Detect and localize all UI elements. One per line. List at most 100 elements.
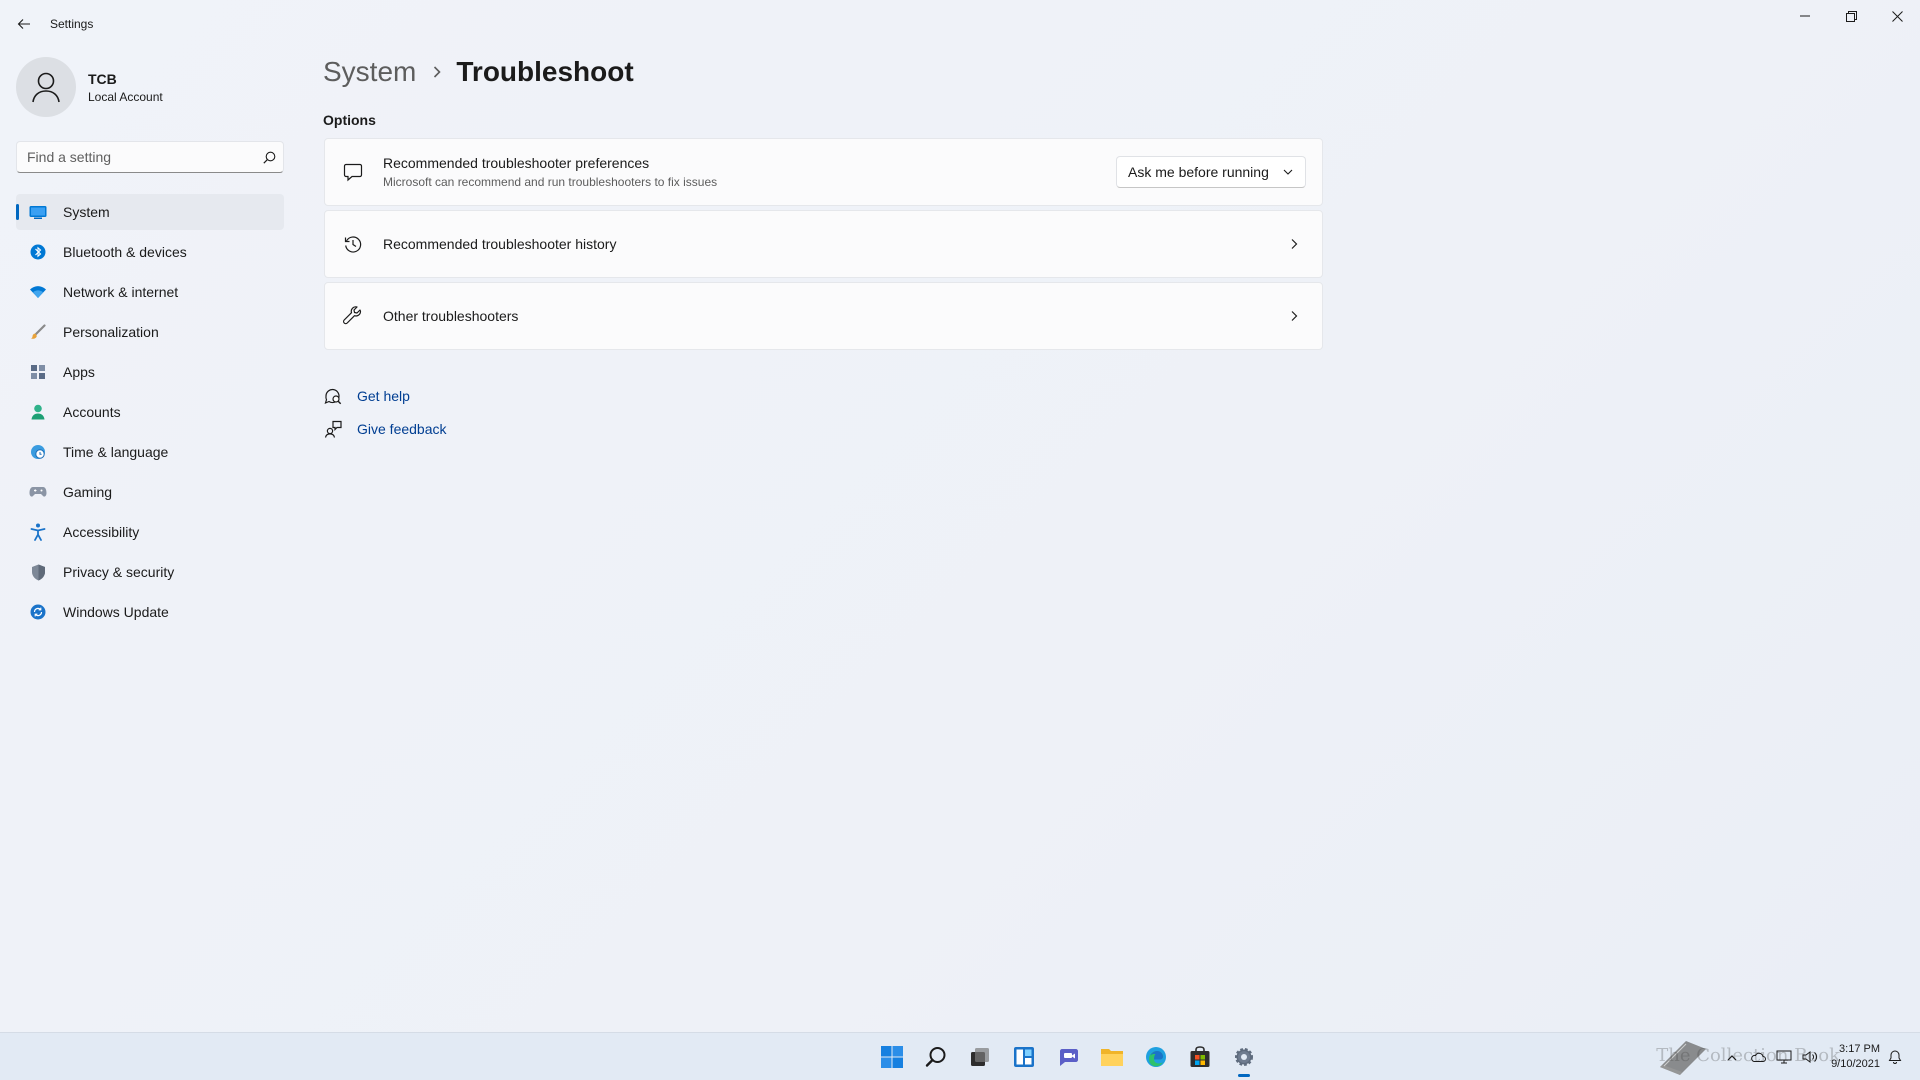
sidebar-item-label: Gaming — [63, 484, 113, 500]
globe-clock-icon — [28, 442, 48, 462]
breadcrumb-parent[interactable]: System — [323, 56, 416, 88]
help-links: Get help Give feedback — [323, 384, 447, 450]
chat-icon[interactable] — [1046, 1035, 1090, 1079]
back-arrow-icon — [17, 19, 30, 29]
profile-name: TCB — [88, 70, 117, 87]
dropdown-value: Ask me before running — [1128, 164, 1269, 180]
get-help-link[interactable]: Get help — [323, 384, 447, 408]
clock-time: 3:17 PM — [1839, 1043, 1880, 1055]
wifi-icon — [28, 282, 48, 302]
chat-bubble-icon — [341, 160, 365, 184]
brush-icon — [28, 322, 48, 342]
minimize-icon — [1800, 15, 1810, 17]
sidebar-item-label: Accessibility — [63, 524, 140, 540]
troubleshooter-preferences-card: Recommended troubleshooter preferences M… — [324, 138, 1323, 206]
gamepad-icon — [28, 482, 48, 502]
troubleshooter-preference-dropdown[interactable]: Ask me before running — [1116, 156, 1306, 188]
onedrive-cloud-icon[interactable] — [1747, 1046, 1769, 1068]
network-monitor-icon[interactable] — [1773, 1046, 1795, 1068]
app-title: Settings — [50, 17, 94, 31]
restore-button[interactable] — [1828, 0, 1874, 32]
sidebar-item-network-internet[interactable]: Network & internet — [16, 274, 284, 310]
chevron-up-icon[interactable] — [1721, 1046, 1743, 1068]
sidebar-item-apps[interactable]: Apps — [16, 354, 284, 390]
taskbar: The Collection Book 3:17 PM 9/10/2021 — [0, 1032, 1920, 1080]
card-subtitle: Microsoft can recommend and run troubles… — [383, 175, 718, 189]
sidebar-item-privacy-security[interactable]: Privacy & security — [16, 554, 284, 590]
settings-window: Settings TCB Local Account Find a settin… — [0, 0, 1920, 1032]
sidebar-item-personalization[interactable]: Personalization — [16, 314, 284, 350]
settings-icon[interactable] — [1222, 1035, 1266, 1079]
chevron-right-icon — [1284, 306, 1304, 326]
help-icon — [323, 386, 343, 406]
title-bar: Settings — [0, 0, 1920, 48]
avatar — [16, 57, 76, 117]
wrench-icon — [341, 304, 365, 328]
sidebar-nav: System Bluetooth & devices Network & int… — [16, 194, 284, 634]
taskbar-clock[interactable]: 3:17 PM 9/10/2021 — [1831, 1042, 1880, 1072]
person-icon — [28, 402, 48, 422]
user-profile[interactable]: TCB Local Account — [16, 57, 163, 117]
notification-icon[interactable] — [1884, 1046, 1906, 1068]
sidebar-item-time-language[interactable]: Time & language — [16, 434, 284, 470]
sidebar-item-label: Time & language — [63, 444, 169, 460]
task-view-icon[interactable] — [958, 1035, 1002, 1079]
search-input[interactable] — [17, 149, 255, 165]
history-icon — [341, 232, 365, 256]
sidebar-item-windows-update[interactable]: Windows Update — [16, 594, 284, 630]
chevron-down-icon — [1283, 169, 1293, 175]
sidebar-item-label: Accounts — [63, 404, 121, 420]
shield-icon — [28, 562, 48, 582]
sidebar-item-label: Bluetooth & devices — [63, 244, 187, 260]
volume-icon[interactable] — [1799, 1046, 1821, 1068]
sidebar-item-bluetooth-devices[interactable]: Bluetooth & devices — [16, 234, 284, 270]
sidebar-item-label: Personalization — [63, 324, 159, 340]
accessibility-icon — [28, 522, 48, 542]
link-label: Give feedback — [357, 421, 447, 437]
person-avatar-icon — [32, 72, 60, 103]
edge-icon[interactable] — [1134, 1035, 1178, 1079]
sidebar-item-accessibility[interactable]: Accessibility — [16, 514, 284, 550]
other-troubleshooters-card[interactable]: Other troubleshooters — [324, 282, 1323, 350]
section-title: Options — [323, 112, 376, 128]
minimize-button[interactable] — [1782, 0, 1828, 32]
search-box — [16, 141, 284, 173]
update-icon — [28, 602, 48, 622]
sidebar-item-label: System — [63, 204, 110, 220]
close-icon — [1891, 10, 1903, 22]
give-feedback-link[interactable]: Give feedback — [323, 417, 447, 441]
feedback-icon — [323, 419, 343, 439]
card-title: Other troubleshooters — [383, 308, 519, 324]
sidebar-item-accounts[interactable]: Accounts — [16, 394, 284, 430]
start-icon[interactable] — [870, 1035, 914, 1079]
page-title: Troubleshoot — [456, 56, 634, 87]
back-button[interactable] — [10, 12, 38, 36]
sidebar-item-label: Privacy & security — [63, 564, 175, 580]
file-explorer-icon[interactable] — [1090, 1035, 1134, 1079]
close-button[interactable] — [1874, 0, 1920, 32]
taskbar-apps — [870, 1033, 1266, 1080]
bluetooth-icon — [28, 242, 48, 262]
sidebar-item-system[interactable]: System — [16, 194, 284, 230]
sidebar-item-gaming[interactable]: Gaming — [16, 474, 284, 510]
profile-account-type: Local Account — [88, 89, 163, 104]
restore-icon — [1845, 10, 1857, 22]
sidebar-item-label: Network & internet — [63, 284, 179, 300]
apps-icon — [28, 362, 48, 382]
chevron-right-icon — [432, 65, 442, 79]
search-icon[interactable] — [255, 151, 283, 164]
card-title: Recommended troubleshooter preferences — [383, 155, 650, 171]
system-tray: 3:17 PM 9/10/2021 — [1717, 1033, 1906, 1080]
troubleshooter-history-card[interactable]: Recommended troubleshooter history — [324, 210, 1323, 278]
widgets-icon[interactable] — [1002, 1035, 1046, 1079]
system-monitor-icon — [28, 202, 48, 222]
store-icon[interactable] — [1178, 1035, 1222, 1079]
sidebar-item-label: Apps — [63, 364, 95, 380]
search-icon[interactable] — [914, 1035, 958, 1079]
chevron-right-icon — [1284, 234, 1304, 254]
sidebar-item-label: Windows Update — [63, 604, 169, 620]
card-title: Recommended troubleshooter history — [383, 236, 617, 252]
clock-date: 9/10/2021 — [1831, 1058, 1880, 1070]
breadcrumb: System Troubleshoot — [323, 56, 634, 88]
link-label: Get help — [357, 388, 410, 404]
